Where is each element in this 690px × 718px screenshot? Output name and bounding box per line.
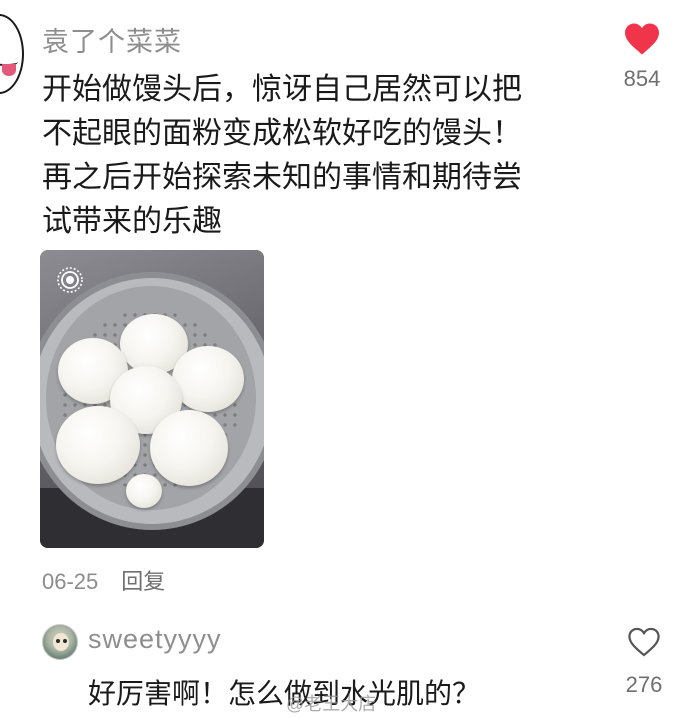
reply-avatar[interactable] xyxy=(42,624,78,660)
like-count: 854 xyxy=(623,66,661,91)
comment-body: 开始做馒头后，惊讶自己居然可以把 不起眼的面粉变成松软好吃的馒头！ 再之后开始探… xyxy=(42,68,602,244)
comment-line: 开始做馒头后，惊讶自己居然可以把 xyxy=(42,72,522,107)
like-button[interactable]: 854 xyxy=(610,22,674,92)
steamed-buns-photo[interactable] xyxy=(40,250,264,548)
comment-line: 不起眼的面粉变成松软好吃的馒头！ xyxy=(42,116,522,151)
heart-filled-icon xyxy=(625,23,659,55)
bun xyxy=(150,410,228,486)
avatar-eye xyxy=(63,639,67,643)
bun xyxy=(172,346,244,412)
reply-like-button[interactable]: 276 xyxy=(612,626,676,698)
reply-username[interactable]: sweetyyyy xyxy=(88,624,222,655)
comment-meta: 06-25 回复 xyxy=(42,564,165,596)
comment-date: 06-25 xyxy=(42,569,99,594)
reply-body: 好厉害啊！怎么做到水光肌的？ xyxy=(88,677,481,710)
reply-like-count: 276 xyxy=(625,672,663,697)
heart-outline-icon xyxy=(628,627,660,657)
commenter-avatar[interactable] xyxy=(0,14,24,94)
avatar-eye xyxy=(56,639,60,643)
reply-button[interactable]: 回复 xyxy=(121,570,165,595)
comment-line: 试带来的乐趣 xyxy=(42,204,222,239)
watermark: @老王大店 xyxy=(286,694,377,714)
commenter-username[interactable]: 袁了个菜菜 xyxy=(42,20,182,59)
bun xyxy=(56,406,140,484)
comment-line: 再之后开始探索未知的事情和期待尝 xyxy=(42,160,522,195)
bun xyxy=(126,474,162,508)
avatar-tongue xyxy=(2,64,16,76)
live-photo-icon xyxy=(57,267,83,293)
